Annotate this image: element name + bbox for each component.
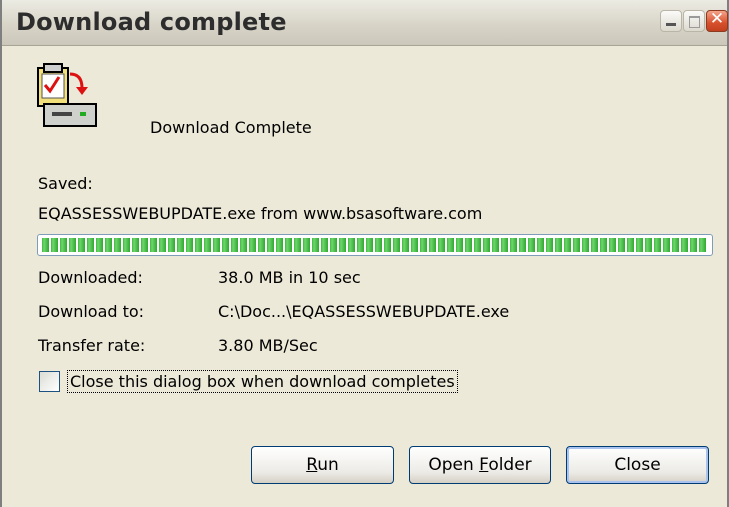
download-progress-bar (37, 234, 713, 256)
maximize-icon[interactable] (683, 10, 705, 32)
title-bar[interactable]: Download complete ✕ (2, 0, 728, 46)
progress-fill (42, 238, 708, 252)
window-title: Download complete (16, 8, 287, 36)
run-button-accel: R (306, 455, 318, 475)
close-button[interactable]: Close (566, 446, 709, 484)
saved-label: Saved: (38, 174, 93, 193)
downloaded-value: 38.0 MB in 10 sec (218, 268, 361, 287)
transfer-rate-label: Transfer rate: (38, 336, 146, 355)
open-folder-button-rest: older (488, 455, 532, 475)
run-button[interactable]: Run (251, 446, 394, 484)
close-when-complete-label[interactable]: Close this dialog box when download comp… (67, 370, 458, 393)
open-folder-button-accel: F (479, 455, 489, 475)
open-folder-button-pre: Open (428, 455, 480, 475)
open-folder-button[interactable]: Open Folder (409, 446, 551, 484)
download-complete-icon (37, 63, 97, 127)
close-when-complete-checkbox[interactable] (39, 371, 60, 392)
close-icon[interactable]: ✕ (706, 9, 728, 32)
transfer-rate-value: 3.80 MB/Sec (218, 336, 318, 355)
download-to-value: C:\Doc...\EQASSESSWEBUPDATE.exe (218, 302, 510, 321)
saved-file: EQASSESSWEBUPDATE.exe from www.bsasoftwa… (38, 204, 483, 223)
minimize-icon[interactable] (660, 10, 682, 32)
status-heading: Download Complete (150, 118, 312, 137)
download-to-label: Download to: (38, 302, 145, 321)
run-button-rest: un (317, 455, 339, 475)
downloaded-label: Downloaded: (38, 268, 143, 287)
download-complete-window: Download complete ✕ Download Complete Sa… (0, 0, 729, 507)
